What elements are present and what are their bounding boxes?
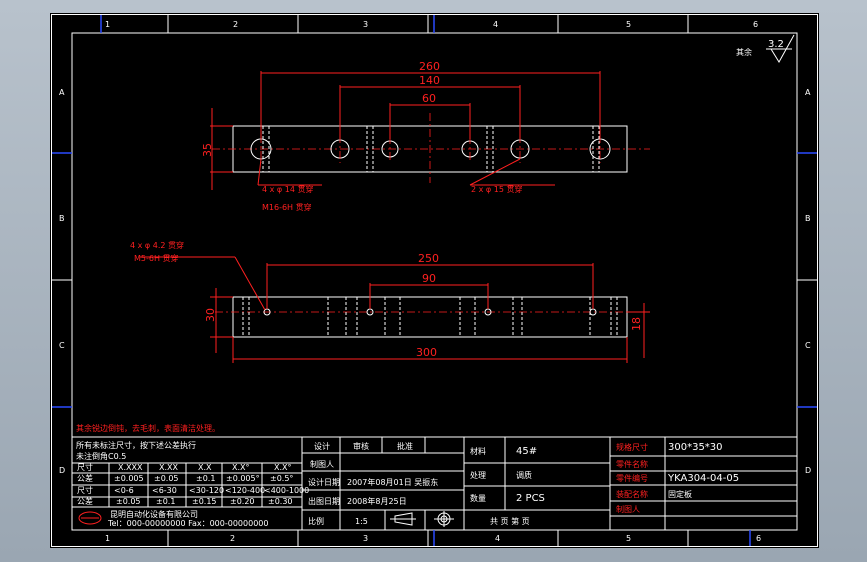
- tol-head-0: 尺寸: [77, 462, 93, 472]
- sheet-count: 共 页 第 页: [490, 516, 530, 526]
- zone-bottom-4: 4: [495, 534, 500, 543]
- zone-bottom-5: 5: [626, 534, 631, 543]
- dim-35: 35: [201, 143, 214, 157]
- tol-r2-0: 尺寸: [77, 485, 93, 495]
- dim-60: 60: [422, 92, 436, 105]
- assembly-label: 装配名称: [616, 489, 648, 499]
- tol-r3-0: 公差: [77, 496, 93, 506]
- sign-design-date-value: 2007年08月01日 吴振东: [347, 477, 438, 487]
- spec-label: 规格尺寸: [616, 442, 648, 452]
- material-label: 材料: [470, 446, 486, 456]
- tol-r1-5: ±0.5°: [270, 474, 293, 483]
- tol-r3-4: ±0.20: [230, 497, 255, 506]
- front-view-outline: [232, 296, 628, 338]
- tol-head-1: X.XXX: [118, 463, 143, 472]
- zone-top-1: 1: [105, 20, 110, 29]
- treatment-value: 调质: [516, 470, 532, 480]
- tol-r3-2: ±0.1: [156, 497, 175, 506]
- surface-prefix: 其余: [736, 47, 752, 57]
- tol-r1-0: 公差: [77, 473, 93, 483]
- note-front-1: 4 x φ 4.2 贯穿: [130, 240, 184, 250]
- projection-symbol: [390, 511, 454, 527]
- note-top-right: 2 x φ 15 贯穿: [471, 184, 522, 194]
- zone-top-6: 6: [753, 20, 758, 29]
- tol-r3-5: ±0.30: [268, 497, 293, 506]
- tol-r1-1: ±0.005: [114, 474, 144, 483]
- sign-scale-value: 1:5: [355, 517, 368, 526]
- dim-90: 90: [422, 272, 436, 285]
- zone-right-d: D: [805, 466, 811, 475]
- red-note: 其余锐边倒钝，去毛刺，表面清洁处理。: [76, 423, 220, 433]
- drawing-canvas: 1 2 3 4 5 6 1 2 3 4 5 6 A B C D A B C D …: [51, 14, 818, 547]
- zone-bottom-2: 2: [230, 534, 235, 543]
- drawing-by-label: 制图人: [616, 504, 640, 514]
- sign-approve: 批准: [397, 441, 413, 451]
- tol-head-5: X.X°: [274, 463, 292, 472]
- tol-r2-4: <120-400: [225, 486, 265, 495]
- dim-18: 18: [630, 317, 643, 331]
- tol-head-4: X.X°: [232, 463, 250, 472]
- tol-r2-5: <400-1000: [264, 486, 309, 495]
- tol-r1-4: ±0.005°: [226, 474, 260, 483]
- sign-design-date-label: 设计日期: [308, 477, 340, 487]
- dim-260: 260: [419, 60, 440, 73]
- zone-left-a: A: [59, 88, 65, 97]
- note-top-left-1: 4 x φ 14 贯穿: [262, 184, 313, 194]
- zone-left-b: B: [59, 214, 65, 223]
- zone-right-c: C: [805, 341, 811, 350]
- tol-r2-2: <6-30: [152, 486, 177, 495]
- name-label: 零件名称: [616, 459, 648, 469]
- zone-left-c: C: [59, 341, 65, 350]
- tol-r3-3: ±0.15: [192, 497, 217, 506]
- note-line-2: 未注倒角C0.5: [76, 451, 126, 461]
- tol-head-2: X.XX: [159, 463, 179, 472]
- zone-top-3: 3: [363, 20, 368, 29]
- tol-r1-2: ±0.05: [154, 474, 179, 483]
- dim-250: 250: [418, 252, 439, 265]
- note-line-1: 所有未标注尺寸，按下述公差执行: [76, 440, 196, 450]
- sign-print-date-value: 2008年8月25日: [347, 496, 407, 506]
- zone-bottom-6: 6: [756, 534, 761, 543]
- assembly-value: 固定板: [668, 489, 692, 499]
- top-view: 260 140 60 35 4 x φ 14 贯穿 M16-6H 贯穿 2 x …: [201, 60, 650, 212]
- company-contact: Tel：000-00000000 Fax：000-00000000: [107, 519, 268, 528]
- drawing-sheet: 1 2 3 4 5 6 1 2 3 4 5 6 A B C D A B C D …: [50, 13, 819, 548]
- note-top-left-2: M16-6H 贯穿: [262, 202, 312, 212]
- tol-head-3: X.X: [198, 463, 212, 472]
- dim-300: 300: [416, 346, 437, 359]
- tol-r2-3: <30-120: [189, 486, 224, 495]
- zone-right-a: A: [805, 88, 811, 97]
- treatment-label: 处理: [470, 470, 486, 480]
- drawing-no-label: 零件编号: [616, 473, 648, 483]
- zone-top-4: 4: [493, 20, 498, 29]
- tol-r1-3: ±0.1: [196, 474, 215, 483]
- tol-r3-1: ±0.05: [116, 497, 141, 506]
- sign-print-date-label: 出图日期: [308, 496, 340, 506]
- zone-top-2: 2: [233, 20, 238, 29]
- sign-design: 设计: [314, 441, 330, 451]
- tol-r2-1: <0-6: [114, 486, 134, 495]
- zone-right-b: B: [805, 214, 811, 223]
- drawing-no-value: YKA304-04-05: [667, 473, 739, 484]
- surface-value: 3.2: [768, 39, 784, 50]
- qty-label: 数量: [470, 493, 486, 503]
- note-front-2: M5-6H 贯穿: [134, 253, 179, 263]
- spec-value: 300*35*30: [668, 442, 723, 453]
- zone-left-d: D: [59, 466, 65, 475]
- company-name: 昆明自动化设备有限公司: [110, 509, 198, 519]
- material-value: 45#: [516, 446, 537, 457]
- front-view: 250 90 300 30 18 4 x φ 4.2 贯穿 M5-6H 贯穿: [130, 240, 650, 363]
- dim-140: 140: [419, 74, 440, 87]
- zone-top-5: 5: [626, 20, 631, 29]
- sign-drawn-by: 制图人: [310, 459, 334, 469]
- sign-review: 审核: [353, 441, 369, 451]
- qty-value: 2 PCS: [516, 493, 545, 504]
- sign-scale-label: 比例: [308, 516, 324, 526]
- company-logo: [78, 511, 102, 525]
- surface-finish-symbol: 其余 3.2: [736, 34, 795, 63]
- dim-30: 30: [204, 308, 217, 322]
- zone-bottom-3: 3: [363, 534, 368, 543]
- zone-bottom-1: 1: [105, 534, 110, 543]
